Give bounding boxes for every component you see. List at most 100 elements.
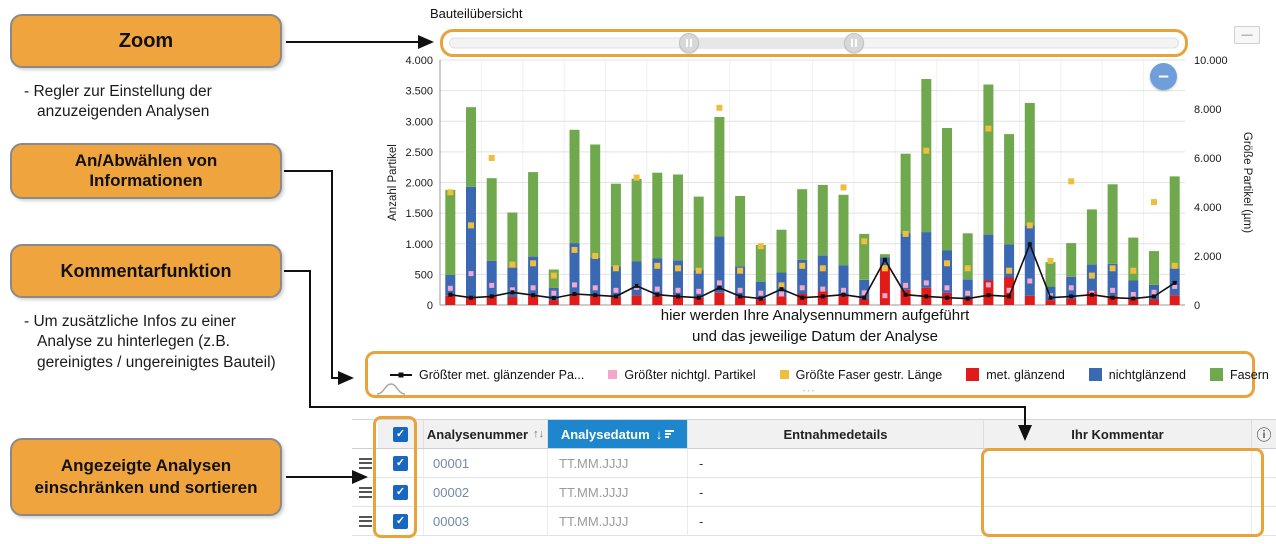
svg-text:4.000: 4.000 bbox=[1194, 202, 1222, 214]
callout-restrict-sort: Angezeigte Analysen einschränken und sor… bbox=[10, 438, 282, 516]
kommentar-cell[interactable] bbox=[984, 478, 1252, 506]
yellow-square-icon bbox=[780, 370, 789, 379]
header-analysenummer[interactable]: Analysenummer ↑↓ bbox=[424, 420, 548, 448]
table-row: ✓ 00001 TT.MM.JJJJ - bbox=[352, 449, 1276, 478]
table-row: ✓ 00002 TT.MM.JJJJ - bbox=[352, 478, 1276, 507]
drag-handle-icon[interactable] bbox=[359, 516, 372, 527]
chart-caption-line2: und das jeweilige Datum der Analyse bbox=[440, 328, 1190, 345]
svg-text:3.500: 3.500 bbox=[405, 86, 433, 98]
svg-text:0: 0 bbox=[427, 300, 433, 310]
page-title: Bauteilübersicht bbox=[430, 6, 523, 21]
analysedatum-cell: TT.MM.JJJJ bbox=[548, 507, 688, 535]
callout-toggle-info: An/Abwählen von Informationen bbox=[10, 143, 282, 199]
svg-text:2.000: 2.000 bbox=[405, 178, 433, 190]
callout-zoom-label: Zoom bbox=[119, 30, 173, 53]
sort-bars-icon bbox=[665, 430, 674, 438]
callout-zoom-note: - Regler zur Einstellung der anzuzeigend… bbox=[24, 82, 280, 123]
sort-updown-icon[interactable]: ↑↓ bbox=[533, 428, 544, 440]
svg-text:Anzahl Partikel: Anzahl Partikel bbox=[387, 144, 399, 221]
svg-text:Größe Partikel (µm): Größe Partikel (µm) bbox=[1241, 132, 1253, 233]
legend-item-fasern[interactable]: Fasern bbox=[1210, 368, 1269, 382]
header-analysedatum[interactable]: Analysedatum ↓ bbox=[548, 420, 688, 448]
table-header-row: ✓ Analysenummer ↑↓ Analysedatum ↓ Entnah… bbox=[352, 419, 1276, 449]
analysedatum-cell: TT.MM.JJJJ bbox=[548, 478, 688, 506]
svg-text:3.000: 3.000 bbox=[405, 116, 433, 128]
legend-label: Fasern bbox=[1230, 368, 1269, 382]
analysenummer-cell[interactable]: 00002 bbox=[424, 478, 548, 506]
analyses-table: ✓ Analysenummer ↑↓ Analysedatum ↓ Entnah… bbox=[352, 419, 1276, 536]
row-select-cell[interactable]: ✓ bbox=[378, 478, 424, 506]
header-ihr-kommentar[interactable]: Ihr Kommentar bbox=[984, 420, 1252, 448]
svg-text:8.000: 8.000 bbox=[1194, 104, 1222, 116]
row-checkbox[interactable]: ✓ bbox=[393, 514, 408, 529]
svg-text:2.000: 2.000 bbox=[1194, 251, 1222, 263]
legend-item-nichtglaenzend[interactable]: nichtglänzend bbox=[1089, 368, 1186, 382]
row-select-cell[interactable]: ✓ bbox=[378, 507, 424, 535]
header-entnahmedetails[interactable]: Entnahmedetails bbox=[688, 420, 984, 448]
callout-restrict-sort-label: Angezeigte Analysen einschränken und sor… bbox=[26, 455, 266, 499]
distribution-curve-icon[interactable] bbox=[376, 381, 406, 395]
legend-label: nichtglänzend bbox=[1109, 368, 1186, 382]
callout-toggle-info-label: An/Abwählen von Informationen bbox=[26, 151, 266, 192]
legend-item-groesster-met-glaenzender[interactable]: Größter met. glänzender Pa... bbox=[390, 368, 584, 382]
legend-drag-handle-icon[interactable]: ⋯ bbox=[802, 383, 818, 399]
drag-handle-icon[interactable] bbox=[359, 487, 372, 498]
pink-square-icon bbox=[608, 370, 617, 379]
screen: Zoom - Regler zur Einstellung der anzuze… bbox=[0, 0, 1276, 544]
svg-text:1.500: 1.500 bbox=[405, 208, 433, 220]
analysedatum-cell: TT.MM.JJJJ bbox=[548, 449, 688, 477]
legend-label: Größter met. glänzender Pa... bbox=[419, 368, 584, 382]
zoom-slider-range[interactable] bbox=[696, 38, 861, 49]
row-info-cell bbox=[1252, 449, 1276, 477]
analysenummer-cell[interactable]: 00003 bbox=[424, 507, 548, 535]
table-row: ✓ 00003 TT.MM.JJJJ - bbox=[352, 507, 1276, 536]
sort-descending-icon[interactable]: ↓ bbox=[656, 427, 675, 442]
blue-square-icon bbox=[1089, 368, 1102, 381]
chart-legend: Größter met. glänzender Pa... Größter ni… bbox=[365, 351, 1255, 398]
row-info-cell bbox=[1252, 507, 1276, 535]
select-all-checkbox[interactable]: ✓ bbox=[393, 427, 408, 442]
drag-handle-icon[interactable] bbox=[359, 458, 372, 469]
bauteil-chart: 05001.0001.5002.0002.5003.0003.5004.0000… bbox=[380, 52, 1260, 310]
zoom-slider-handle-left[interactable] bbox=[679, 33, 699, 53]
callout-comment-function-label: Kommentarfunktion bbox=[61, 261, 232, 282]
svg-text:6.000: 6.000 bbox=[1194, 153, 1222, 165]
entnahmedetails-cell: - bbox=[688, 449, 984, 477]
collapse-button[interactable]: — bbox=[1234, 26, 1260, 44]
header-select-all[interactable]: ✓ bbox=[378, 420, 424, 448]
header-drag-column bbox=[352, 420, 378, 448]
legend-item-groesste-faser[interactable]: Größte Faser gestr. Länge bbox=[780, 368, 943, 382]
row-checkbox[interactable]: ✓ bbox=[393, 456, 408, 471]
row-drag-cell[interactable] bbox=[352, 478, 378, 506]
red-square-icon bbox=[966, 368, 979, 381]
callout-comment-note: - Um zusätzliche Infos zu einer Analyse … bbox=[24, 312, 294, 373]
header-info[interactable]: ⓘ bbox=[1252, 420, 1276, 448]
legend-item-met-glaenzend[interactable]: met. glänzend bbox=[966, 368, 1065, 382]
entnahmedetails-cell: - bbox=[688, 507, 984, 535]
svg-text:4.000: 4.000 bbox=[405, 55, 433, 67]
zoom-slider-handle-right[interactable] bbox=[844, 33, 864, 53]
entnahmedetails-cell: - bbox=[688, 478, 984, 506]
row-checkbox[interactable]: ✓ bbox=[393, 485, 408, 500]
kommentar-cell[interactable] bbox=[984, 507, 1252, 535]
row-info-cell bbox=[1252, 478, 1276, 506]
legend-item-groesster-nichtgl-partikel[interactable]: Größter nichtgl. Partikel bbox=[608, 368, 755, 382]
analysenummer-cell[interactable]: 00001 bbox=[424, 449, 548, 477]
svg-text:500: 500 bbox=[415, 269, 433, 281]
kommentar-cell[interactable] bbox=[984, 449, 1252, 477]
legend-label: Größter nichtgl. Partikel bbox=[624, 368, 755, 382]
green-square-icon bbox=[1210, 368, 1223, 381]
zoom-slider-track[interactable] bbox=[449, 38, 1179, 49]
svg-text:2.500: 2.500 bbox=[405, 147, 433, 159]
legend-label: met. glänzend bbox=[986, 368, 1065, 382]
chart-zoom-out-button[interactable]: – bbox=[1150, 63, 1177, 90]
row-select-cell[interactable]: ✓ bbox=[378, 449, 424, 477]
row-drag-cell[interactable] bbox=[352, 507, 378, 535]
line-marker-icon bbox=[390, 374, 412, 376]
svg-text:0: 0 bbox=[1194, 300, 1200, 310]
row-drag-cell[interactable] bbox=[352, 449, 378, 477]
legend-label: Größte Faser gestr. Länge bbox=[796, 368, 943, 382]
callout-comment-function: Kommentarfunktion bbox=[10, 244, 282, 298]
info-icon[interactable]: ⓘ bbox=[1256, 424, 1271, 445]
chart-caption-line1: hier werden Ihre Analysennummern aufgefü… bbox=[440, 307, 1190, 324]
